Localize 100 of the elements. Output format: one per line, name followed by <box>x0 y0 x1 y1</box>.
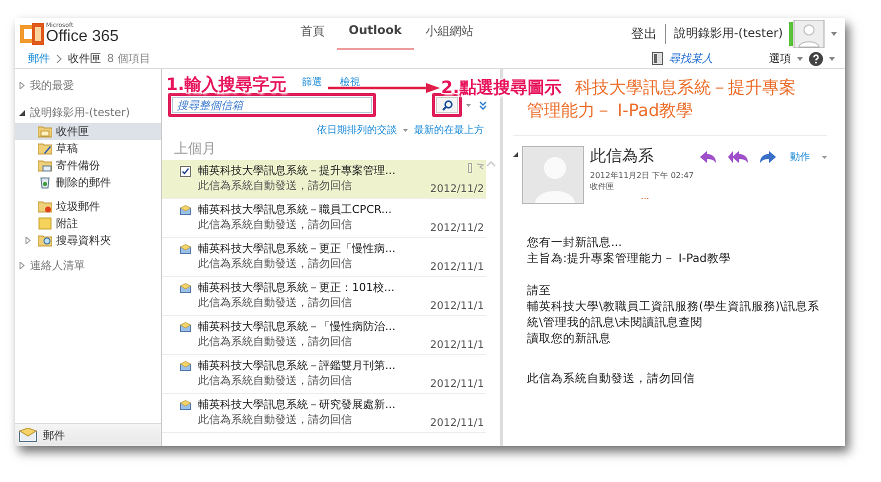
folder-item[interactable]: 草稿 <box>15 140 161 157</box>
sent-date: 2012年11月2日 下午 02:47 <box>590 170 695 181</box>
body-text: 輔英科技大學\教職員工資訊服務(學生資訊服務)\訊息系統\管理我的訊息\未閱讀訊息查閱 <box>527 298 821 330</box>
folder-group[interactable]: 說明錄影用-(tester) <box>30 105 130 120</box>
forward-icon[interactable] <box>760 151 776 163</box>
caret-icon[interactable] <box>466 104 471 106</box>
envelope-icon <box>180 361 191 371</box>
message-item[interactable]: 輔英科技大學訊息系統－研究發展處新... 此信為系統自動發送，請勿回信 2012/11/1 <box>162 394 486 433</box>
reply-all-icon[interactable] <box>728 151 748 163</box>
message-preview: 此信為系統自動發送，請勿回信 <box>198 334 353 349</box>
message-preview: 此信為系統自動發送，請勿回信 <box>198 373 353 388</box>
message-item[interactable]: 輔英科技大學訊息系統－職員工CPCR... 此信為系統自動發送，請勿回信 2012/11/2 <box>162 199 486 238</box>
body-text: 此信為系統自動發送，請勿回信 <box>527 370 696 386</box>
message-date: 2012/11/1 <box>430 261 484 273</box>
search-button[interactable] <box>436 97 458 113</box>
note-icon <box>38 217 52 230</box>
message-date: 2012/11/1 <box>430 300 484 312</box>
folder-item[interactable]: 垃圾郵件 <box>15 198 161 215</box>
message-item[interactable]: 輔英科技大學訊息系統－更正「慢性病... 此信為系統自動發送，請勿回信 2012/11/1 <box>162 238 486 277</box>
view-link[interactable]: 篩選 <box>302 75 322 91</box>
message-item[interactable]: 輔英科技大學訊息系統－「慢性病防治... 此信為系統自動發送，請勿回信 2012/11/1 <box>162 316 486 355</box>
search-field[interactable]: 搜尋整個信箱 <box>172 97 372 113</box>
message-date: 2012/11/1 <box>430 417 484 429</box>
sender-name: 此信為系 <box>590 146 655 166</box>
caret-icon[interactable] <box>831 32 837 36</box>
message-preview: 此信為系統自動發送，請勿回信 <box>198 295 353 310</box>
message-preview: 此信為系統自動發送，請勿回信 <box>198 217 353 232</box>
chevron-icon <box>56 54 62 62</box>
address-book-icon[interactable] <box>652 52 663 65</box>
mail-link[interactable]: 郵件 <box>28 51 50 66</box>
message-title: 管理能力－ I-Pad教學 <box>527 100 694 123</box>
body-text: 請至 <box>527 282 552 298</box>
folder-icon <box>38 142 52 155</box>
more-link[interactable]: ... <box>640 194 650 200</box>
message-preview: 此信為系統自動發送，請勿回信 <box>198 256 353 271</box>
message-subject: 輔英科技大學訊息系統－評鑑雙月刊第... <box>198 358 396 373</box>
sign-out-link[interactable]: 登出 <box>630 24 657 42</box>
folder-item[interactable]: 附註 <box>15 215 161 232</box>
message-subject: 輔英科技大學訊息系統－「慢性病防治... <box>198 319 396 334</box>
message-preview: 此信為系統自動發送，請勿回信 <box>198 412 353 427</box>
sort-order-link[interactable]: 最新的在最上方 <box>414 123 484 137</box>
user-name[interactable]: 說明錄影用-(tester) <box>674 25 783 42</box>
options-menu[interactable]: 選項 <box>769 51 791 66</box>
caret-icon[interactable] <box>829 56 835 60</box>
double-chevron-icon[interactable] <box>479 100 487 110</box>
envelope-icon <box>180 400 191 410</box>
flag-icon[interactable] <box>468 163 484 173</box>
envelope-icon[interactable] <box>19 428 37 442</box>
envelope-icon <box>180 244 191 254</box>
envelope-icon <box>180 205 191 215</box>
actions-menu[interactable]: 動作 <box>790 150 810 164</box>
message-subject: 輔英科技大學訊息系統－提升專案管理... <box>198 163 396 178</box>
message-date: 2012/11/1 <box>430 339 484 351</box>
message-subject: 輔英科技大學訊息系統－更正：101校... <box>198 280 396 295</box>
nav-tab[interactable]: 首頁 <box>288 17 337 50</box>
caret-icon[interactable] <box>822 156 827 158</box>
folder-item[interactable]: 收件匣 <box>15 123 161 140</box>
folder-item[interactable]: 搜尋資料夾 <box>15 232 161 249</box>
mail-nav-label[interactable]: 郵件 <box>43 428 65 442</box>
reply-icon[interactable] <box>700 151 716 163</box>
caret-icon[interactable] <box>797 56 803 60</box>
message-subject: 輔英科技大學訊息系統－職員工CPCR... <box>198 202 393 217</box>
folder-group[interactable]: 我的最愛 <box>30 78 74 93</box>
envelope-icon <box>180 322 191 332</box>
find-people-link[interactable]: 尋找某人 <box>669 51 713 66</box>
envelope-icon <box>180 283 191 293</box>
message-date: 2012/11/2 <box>430 183 484 195</box>
folder-icon <box>38 234 52 247</box>
office-logo-icon <box>19 22 45 46</box>
folder-item[interactable]: 寄件備份 <box>15 157 161 174</box>
view-link[interactable]: 檢視 <box>340 75 360 91</box>
folder-item[interactable]: 刪除的郵件 <box>15 174 161 191</box>
folder-icon <box>38 125 52 138</box>
nav-tab[interactable]: 小組網站 <box>414 17 486 50</box>
checkbox-icon[interactable] <box>180 166 191 177</box>
body-text: 您有一封新訊息... <box>527 234 623 250</box>
item-count: 8 個項目 <box>107 51 150 66</box>
contact-photo-icon <box>522 146 584 204</box>
body-text: 讀取您的新訊息 <box>527 330 612 346</box>
message-subject: 輔英科技大學訊息系統－更正「慢性病... <box>198 241 396 256</box>
sort-menu[interactable]: 依日期排列的交談 <box>317 123 397 137</box>
annotation-label: 1.輸入搜尋字元 <box>166 75 286 95</box>
folder-icon <box>38 159 52 172</box>
message-subject: 輔英科技大學訊息系統－研究發展處新... <box>198 397 396 412</box>
message-date: 2012/11/2 <box>430 222 484 234</box>
message-item[interactable]: 輔英科技大學訊息系統－更正：101校... 此信為系統自動發送，請勿回信 2012/11/1 <box>162 277 486 316</box>
message-item[interactable]: 輔英科技大學訊息系統－提升專案管理... 此信為系統自動發送，請勿回信 2012/11/2 <box>162 160 486 199</box>
annotation-label: 2.點選搜尋圖示 <box>441 78 562 98</box>
help-icon[interactable] <box>809 52 823 66</box>
recycle-bin-icon <box>38 176 52 189</box>
caret-icon[interactable] <box>403 128 408 132</box>
nav-tab[interactable]: Outlook <box>336 17 414 50</box>
folder-group[interactable]: 連絡人清單 <box>30 258 85 273</box>
message-preview: 此信為系統自動發送，請勿回信 <box>198 178 353 193</box>
body-text: 主旨為:提升專案管理能力－ I-Pad教學 <box>527 250 732 266</box>
expander-icon[interactable] <box>19 109 25 116</box>
message-date: 2012/11/1 <box>430 378 484 390</box>
collapse-icon[interactable] <box>513 152 518 157</box>
logo-title: Office 365 <box>46 28 119 44</box>
message-item[interactable]: 輔英科技大學訊息系統－評鑑雙月刊第... 此信為系統自動發送，請勿回信 2012/11/1 <box>162 355 486 394</box>
